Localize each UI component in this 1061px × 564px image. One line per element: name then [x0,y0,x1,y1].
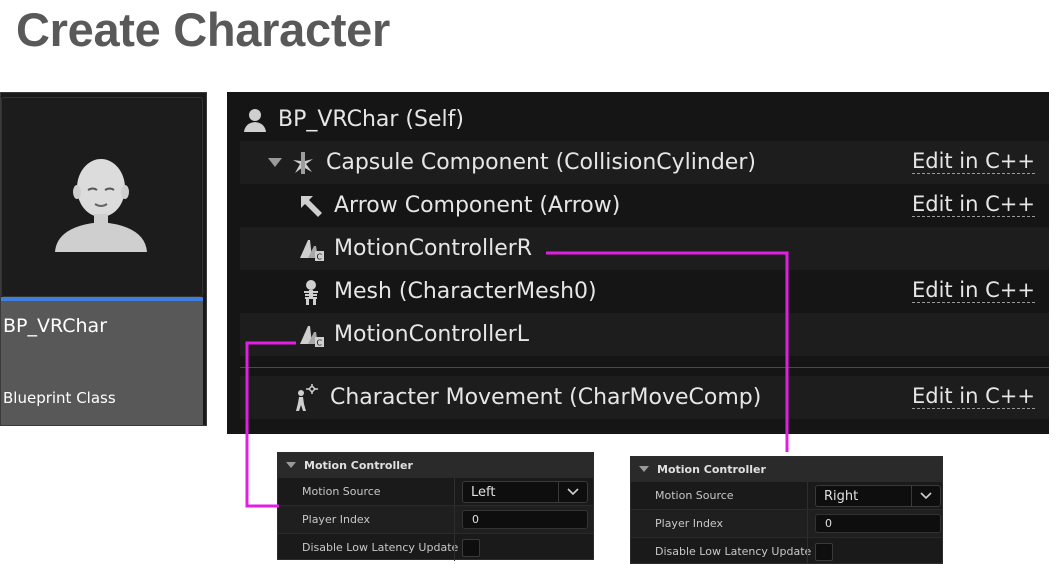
edit-in-cpp-link[interactable]: Edit in C++ [911,278,1035,303]
arrow-icon [296,191,326,221]
character-icon [55,159,147,252]
motion-source-dropdown[interactable]: Right [815,485,941,507]
asset-name: BP_VRChar [3,315,108,337]
tree-divider [240,367,1049,368]
skeleton-icon [296,277,326,307]
capsule-icon [288,148,318,178]
property-row-disable-low-latency: Disable Low Latency Update [631,537,942,564]
chevron-down-icon[interactable] [268,158,282,167]
tree-item-label: Arrow Component (Arrow) [334,193,621,218]
motion-controller-icon: C [296,234,326,264]
property-row-motion-source: Motion Source Right [631,481,942,509]
column-divider [454,478,455,505]
chevron-down-icon[interactable] [639,466,649,472]
column-divider [807,482,808,509]
dropdown-value: Left [463,482,559,502]
property-label: Disable Low Latency Update [302,541,459,554]
section-title: Motion Controller [304,458,413,472]
page-title: Create Character [16,3,390,56]
chevron-down-icon [912,492,940,500]
property-row-player-index: Player Index 0 [278,505,593,533]
tree-item-label: BP_VRChar (Self) [278,107,464,132]
chevron-down-icon[interactable] [286,462,296,468]
dropdown-value: Right [816,486,912,506]
details-panel-left: Motion Controller Motion Source Left Pla… [277,452,594,561]
asset-card[interactable]: BP_VRChar Blueprint Class [0,92,207,426]
section-title: Motion Controller [657,462,766,476]
tree-item-motion-controller-l[interactable]: C MotionControllerL [240,313,1049,356]
property-label: Player Index [302,513,371,526]
asset-info: BP_VRChar Blueprint Class [1,301,203,425]
movement-icon [292,383,322,413]
column-divider [454,534,455,561]
tree-item-mesh[interactable]: Mesh (CharacterMesh0) Edit in C++ [240,270,1049,313]
disable-low-latency-checkbox[interactable] [462,539,480,557]
tree-item-capsule[interactable]: Capsule Component (CollisionCylinder) Ed… [240,141,1049,184]
property-row-player-index: Player Index 0 [631,509,942,537]
motion-controller-icon: C [296,320,326,350]
property-label: Disable Low Latency Update [655,545,812,558]
motion-source-dropdown[interactable]: Left [462,481,588,503]
section-header[interactable]: Motion Controller [631,457,942,481]
tree-item-motion-controller-r[interactable]: C MotionControllerR [240,227,1049,270]
edit-in-cpp-link[interactable]: Edit in C++ [911,149,1035,174]
tree-item-character-movement[interactable]: Character Movement (CharMoveComp) Edit i… [240,376,1049,419]
property-label: Motion Source [655,489,734,502]
edit-in-cpp-link[interactable]: Edit in C++ [911,192,1035,217]
section-header[interactable]: Motion Controller [278,453,593,477]
asset-thumbnail [1,97,203,297]
column-divider [807,538,808,564]
svg-text:C: C [317,252,323,261]
column-divider [807,510,808,537]
disable-low-latency-checkbox[interactable] [815,543,833,561]
column-divider [454,506,455,533]
player-index-input[interactable]: 0 [462,510,588,529]
tree-item-label: Character Movement (CharMoveComp) [330,385,762,410]
tree-item-root[interactable]: BP_VRChar (Self) [240,98,1049,141]
character-icon [240,105,270,135]
tree-item-label: MotionControllerL [334,322,530,347]
tree-item-label: Capsule Component (CollisionCylinder) [326,150,756,175]
svg-text:C: C [317,338,323,347]
tree-item-arrow[interactable]: Arrow Component (Arrow) Edit in C++ [240,184,1049,227]
edit-in-cpp-link[interactable]: Edit in C++ [911,384,1035,409]
tree-item-label: MotionControllerR [334,236,533,261]
property-row-motion-source: Motion Source Left [278,477,593,505]
property-label: Motion Source [302,485,381,498]
property-row-disable-low-latency: Disable Low Latency Update [278,533,593,561]
details-panel-right: Motion Controller Motion Source Right Pl… [630,456,943,564]
tree-item-label: Mesh (CharacterMesh0) [334,279,597,304]
chevron-down-icon [559,488,587,496]
player-index-input[interactable]: 0 [815,514,941,533]
components-panel: BP_VRChar (Self) Capsule Component (Coll… [227,92,1049,434]
property-label: Player Index [655,517,724,530]
asset-type: Blueprint Class [3,389,116,407]
